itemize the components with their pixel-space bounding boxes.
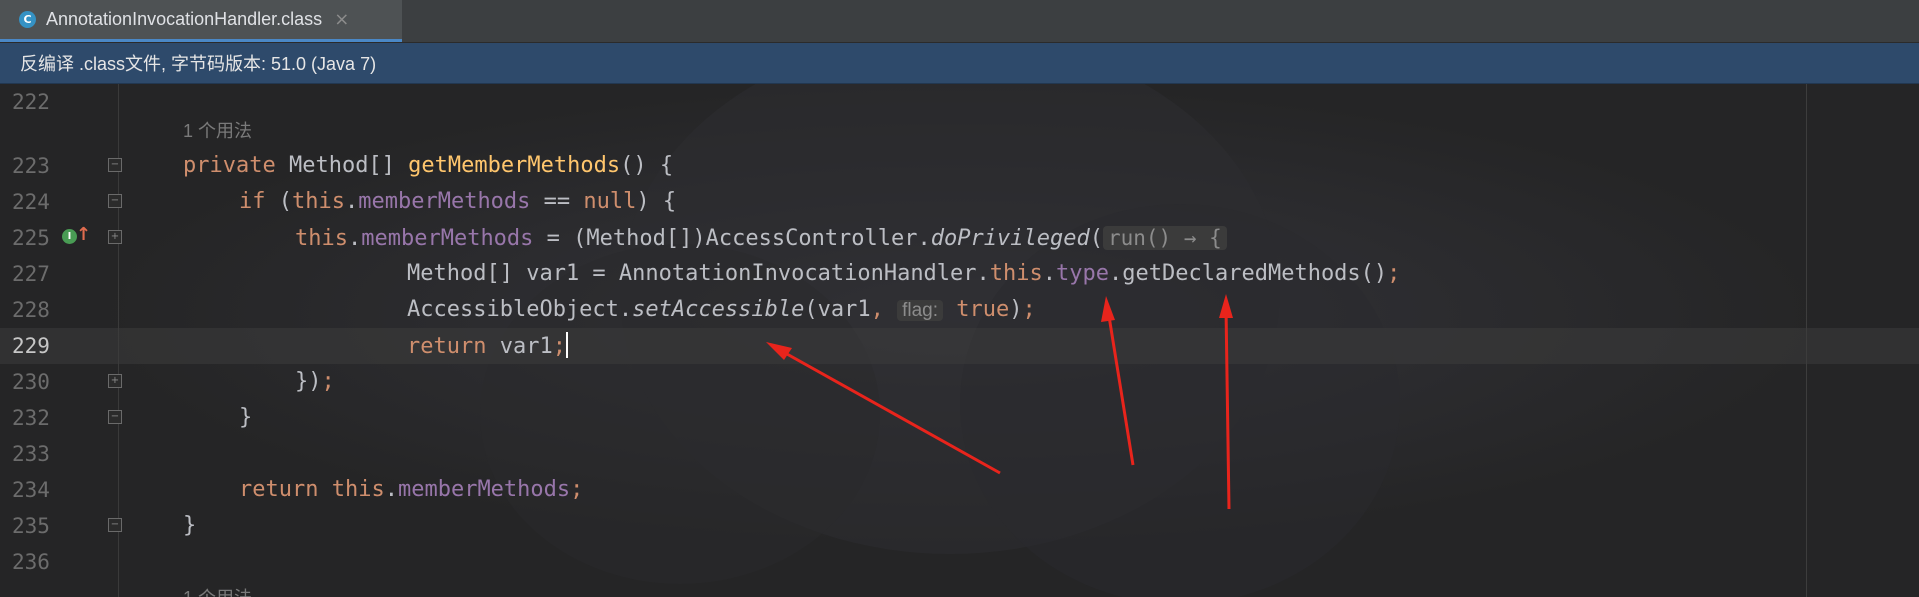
code-text: }: [239, 405, 253, 430]
keyword: this: [295, 226, 348, 251]
fold-icon[interactable]: −: [108, 194, 122, 208]
code-text: AccessibleObject.setAccessible(var1, fla…: [407, 296, 1036, 325]
method-name: getMemberMethods: [408, 153, 621, 178]
class-file-icon: C: [19, 11, 36, 28]
code-line[interactable]: 228 AccessibleObject.setAccessible(var1,…: [0, 292, 1919, 328]
code-text: private Method[] getMemberMethods() {: [183, 152, 673, 180]
code-token: Method[] var1 = AnnotationInvocationHand…: [407, 261, 990, 286]
line-number: 229: [12, 334, 50, 358]
keyword: true: [956, 297, 1010, 322]
keyword: null: [583, 189, 637, 214]
code-token: .getDeclaredMethods(): [1109, 261, 1388, 286]
method-name: setAccessible: [632, 297, 805, 322]
fold-end-icon[interactable]: −: [108, 518, 122, 532]
line-number: 230: [12, 370, 50, 394]
code-token: (: [265, 189, 292, 214]
implements-arrow-icon[interactable]: ↑: [76, 224, 91, 245]
semicolon: ;: [321, 369, 335, 394]
code-token: (var1: [804, 297, 871, 322]
code-token: Method[]: [275, 153, 409, 178]
code-text: if (this.memberMethods == null) {: [239, 188, 676, 216]
code-token: }): [295, 369, 322, 394]
method-name: doPrivileged: [930, 226, 1090, 251]
field-name: memberMethods: [397, 477, 571, 502]
line-number: 232: [12, 406, 50, 430]
code-token: ,: [870, 297, 898, 322]
line-number: 223: [12, 154, 50, 178]
field-name: type: [1056, 261, 1110, 286]
semicolon: ;: [552, 334, 566, 359]
line-number: 236: [12, 550, 50, 574]
text-caret: [565, 332, 568, 358]
code-text: }: [183, 513, 197, 538]
keyword: this: [989, 261, 1043, 286]
code-token: ): [1009, 297, 1023, 322]
tab-annotation-invocation-handler[interactable]: C AnnotationInvocationHandler.class ×: [0, 0, 402, 42]
keyword: return: [407, 334, 487, 359]
code-token: = (Method[])AccessController.: [533, 226, 931, 251]
line-number: 233: [12, 442, 50, 466]
tab-label: AnnotationInvocationHandler.class: [46, 9, 323, 29]
usage-hint[interactable]: 1 个用法: [183, 584, 252, 597]
code-token: .: [344, 189, 359, 214]
code-line[interactable]: 233: [0, 436, 1919, 472]
code-token: .: [1042, 261, 1057, 286]
code-line[interactable]: 232 − }: [0, 400, 1919, 436]
semicolon: ;: [1022, 297, 1036, 322]
code-line[interactable]: 230 + });: [0, 364, 1919, 400]
field-name: memberMethods: [361, 226, 534, 251]
code-token: ==: [530, 189, 584, 214]
fold-end-icon[interactable]: −: [108, 410, 122, 424]
code-line-current[interactable]: 229 return var1;: [0, 328, 1919, 364]
line-number: 222: [12, 90, 50, 114]
code-token: .: [384, 477, 398, 502]
editor-tab-bar: C AnnotationInvocationHandler.class ×: [0, 0, 1919, 43]
banner-text: 反编译 .class文件, 字节码版本: 51.0 (Java 7): [20, 54, 377, 74]
code-text: return this.memberMethods;: [239, 476, 583, 504]
code-line[interactable]: 235 − }: [0, 508, 1919, 544]
decompiled-notice-banner: 反编译 .class文件, 字节码版本: 51.0 (Java 7): [0, 43, 1919, 84]
code-text: this.memberMethods = (Method[])AccessCon…: [295, 224, 1227, 253]
code-token: var1: [486, 334, 553, 359]
lambda-hint[interactable]: run() → {: [1102, 226, 1227, 250]
line-number: 235: [12, 514, 50, 538]
parameter-hint[interactable]: flag:: [897, 300, 944, 321]
line-number: 225: [12, 226, 50, 250]
line-number: 227: [12, 262, 50, 286]
keyword: return: [239, 477, 319, 502]
code-line[interactable]: 223 − private Method[] getMemberMethods(…: [0, 148, 1919, 184]
code-line[interactable]: 224 − if (this.memberMethods == null) {: [0, 184, 1919, 220]
code-token: ) {: [636, 189, 677, 214]
code-text: return var1;: [407, 332, 568, 361]
keyword: this: [292, 189, 345, 214]
fold-icon[interactable]: −: [108, 158, 122, 172]
code-line[interactable]: 236: [0, 544, 1919, 580]
fold-icon[interactable]: +: [108, 374, 122, 388]
code-text: Method[] var1 = AnnotationInvocationHand…: [407, 260, 1400, 288]
code-text: });: [295, 368, 335, 396]
usage-hint[interactable]: 1 个用法: [183, 117, 252, 143]
keyword: if: [239, 189, 266, 214]
code-line[interactable]: 234 return this.memberMethods;: [0, 472, 1919, 508]
field-name: memberMethods: [358, 189, 531, 214]
keyword: private: [183, 153, 276, 178]
override-marker-icon[interactable]: I: [62, 229, 77, 244]
line-number: 234: [12, 478, 50, 502]
code-token: (: [1089, 226, 1103, 251]
code-line[interactable]: 222: [0, 84, 1919, 120]
semicolon: ;: [570, 477, 584, 502]
close-icon[interactable]: ×: [334, 9, 349, 30]
keyword: this: [331, 477, 385, 502]
semicolon: ;: [1387, 261, 1401, 286]
code-line[interactable]: 225 I ↑ + this.memberMethods = (Method[]…: [0, 220, 1919, 256]
code-token: .: [347, 226, 362, 251]
code-line[interactable]: 227 Method[] var1 = AnnotationInvocation…: [0, 256, 1919, 292]
code-token: () {: [620, 153, 674, 178]
code-editor[interactable]: 222 1 个用法 223 − private Method[] getMemb…: [0, 84, 1919, 597]
line-number: 228: [12, 298, 50, 322]
fold-icon[interactable]: +: [108, 230, 122, 244]
line-number: 224: [12, 190, 50, 214]
code-token: AccessibleObject.: [407, 297, 633, 322]
